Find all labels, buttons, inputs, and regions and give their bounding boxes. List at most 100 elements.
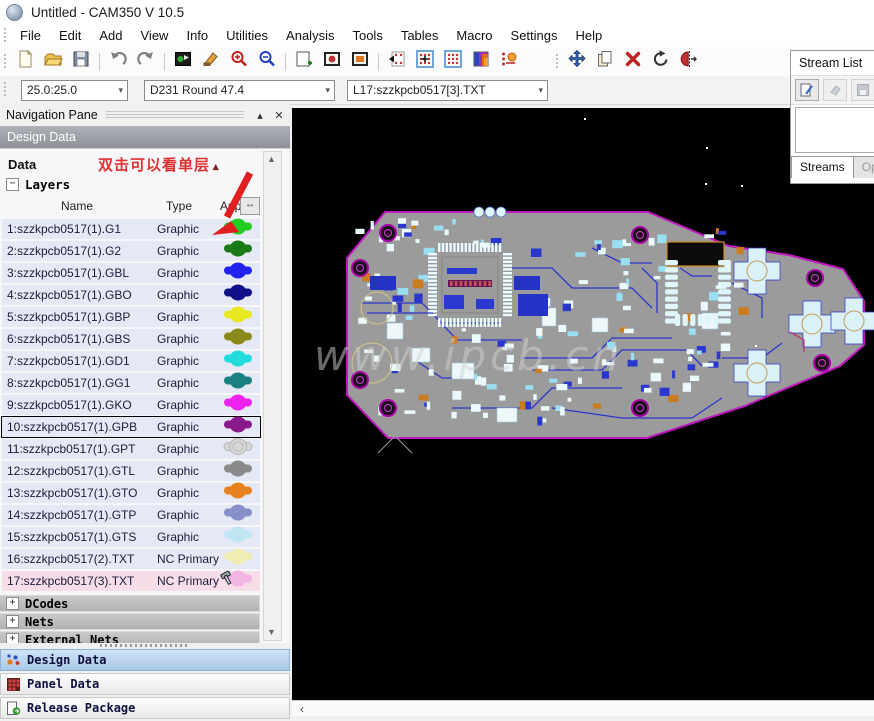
column-header-type[interactable]: Type — [166, 199, 192, 213]
layer-row[interactable]: 4:szzkpcb0517(1).GBOGraphic — [2, 285, 260, 305]
layer-row[interactable]: 12:szzkpcb0517(1).GTLGraphic — [2, 461, 260, 481]
layer-type[interactable]: Graphic — [157, 222, 219, 236]
dcode-combobox[interactable]: D231 Round 47.4 ▾ — [144, 80, 335, 101]
menu-settings[interactable]: Settings — [502, 26, 567, 45]
add-film-button[interactable] — [291, 49, 317, 75]
layer-color-swatch[interactable] — [219, 437, 259, 461]
layer-row[interactable]: 14:szzkpcb0517(1).GTPGraphic — [2, 505, 260, 525]
grid-origin-button[interactable] — [412, 49, 438, 75]
layer-row[interactable]: 17:szzkpcb0517(3).TXTNC Primary — [2, 571, 260, 591]
column-resize-button[interactable]: ↔ — [240, 197, 260, 215]
layer-name[interactable]: 13:szzkpcb0517(1).GTO — [2, 486, 157, 500]
layer-color-swatch[interactable] — [219, 305, 259, 329]
film-box-button[interactable] — [319, 49, 345, 75]
layer-color-swatch[interactable] — [219, 261, 259, 285]
layer-color-swatch[interactable] — [219, 481, 259, 505]
layer-type[interactable]: Graphic — [157, 398, 219, 412]
layer-name[interactable]: 5:szzkpcb0517(1).GBP — [2, 310, 157, 324]
layer-color-swatch[interactable] — [219, 503, 259, 527]
layer-type[interactable]: Graphic — [157, 376, 219, 390]
nav-button-design-data[interactable]: Design Data — [0, 649, 290, 671]
layer-row[interactable]: 5:szzkpcb0517(1).GBPGraphic — [2, 307, 260, 327]
column-header-name[interactable]: Name — [2, 199, 152, 213]
grid-spacing-combobox[interactable]: 25.0:25.0 ▾ — [21, 80, 128, 101]
layer-type[interactable]: Graphic — [157, 310, 219, 324]
rotate-button[interactable] — [648, 49, 674, 75]
layer-name[interactable]: 11:szzkpcb0517(1).GPT — [2, 442, 157, 456]
layer-row[interactable]: 8:szzkpcb0517(1).GG1Graphic — [2, 373, 260, 393]
layer-row[interactable]: 13:szzkpcb0517(1).GTOGraphic — [2, 483, 260, 503]
tree-node-dcodes[interactable]: +DCodes — [0, 595, 260, 612]
scroll-up-icon[interactable]: ▲ — [264, 152, 279, 167]
mirror-button[interactable] — [676, 49, 702, 75]
close-pane-button[interactable]: ✕ — [271, 107, 287, 123]
tab-options[interactable]: Opt — [854, 156, 874, 178]
layer-row[interactable]: 2:szzkpcb0517(1).G2Graphic — [2, 241, 260, 261]
layer-name[interactable]: 17:szzkpcb0517(3).TXT — [2, 574, 157, 588]
toolbar-grip[interactable] — [3, 82, 7, 98]
layer-color-swatch[interactable] — [219, 239, 259, 263]
scroll-left-icon[interactable]: ‹ — [300, 704, 304, 714]
layer-row[interactable]: 6:szzkpcb0517(1).GBSGraphic — [2, 329, 260, 349]
delete-button[interactable] — [620, 49, 646, 75]
layer-row[interactable]: 7:szzkpcb0517(1).GD1Graphic — [2, 351, 260, 371]
new-file-button[interactable] — [12, 49, 38, 75]
tree-node-nets[interactable]: +Nets — [0, 613, 260, 630]
layer-type[interactable]: Graphic — [157, 288, 219, 302]
new-stream-button[interactable] — [795, 79, 819, 101]
copy-button[interactable] — [592, 49, 618, 75]
layer-type[interactable]: Graphic — [157, 244, 219, 258]
scroll-down-icon[interactable]: ▼ — [264, 625, 279, 640]
delete-stream-button[interactable] — [823, 79, 847, 101]
pane-splitter[interactable] — [0, 642, 290, 649]
layer-name[interactable]: 16:szzkpcb0517(2).TXT — [2, 552, 157, 566]
layer-name[interactable]: 14:szzkpcb0517(1).GTP — [2, 508, 157, 522]
film-stack-button[interactable] — [347, 49, 373, 75]
menu-tools[interactable]: Tools — [343, 26, 391, 45]
menu-file[interactable]: File — [11, 26, 50, 45]
zoom-out-button[interactable] — [254, 49, 280, 75]
expand-icon[interactable]: + — [6, 597, 19, 610]
layer-type[interactable]: NC Primary — [157, 552, 219, 566]
save-stream-button[interactable] — [851, 79, 874, 101]
layer-type[interactable]: Graphic — [157, 464, 219, 478]
layer-type[interactable]: Graphic — [157, 420, 219, 434]
layer-name[interactable]: 9:szzkpcb0517(1).GKO — [2, 398, 157, 412]
layer-row[interactable]: 16:szzkpcb0517(2).TXTNC Primary — [2, 549, 260, 569]
nav-button-release-package[interactable]: Release Package — [0, 697, 290, 719]
layer-color-swatch[interactable] — [219, 569, 259, 593]
tab-streams[interactable]: Streams — [791, 156, 854, 178]
canvas-hscrollbar[interactable]: ‹ — [292, 700, 874, 716]
collapse-pane-button[interactable]: ▴ — [252, 107, 268, 123]
grid-button[interactable] — [440, 49, 466, 75]
layer-type[interactable]: Graphic — [157, 442, 219, 456]
layer-name[interactable]: 7:szzkpcb0517(1).GD1 — [2, 354, 157, 368]
layer-name[interactable]: 8:szzkpcb0517(1).GG1 — [2, 376, 157, 390]
menu-utilities[interactable]: Utilities — [217, 26, 277, 45]
screen-redraw-button[interactable] — [170, 49, 196, 75]
layer-color-swatch[interactable] — [219, 459, 259, 483]
layer-type[interactable]: Graphic — [157, 530, 219, 544]
clear-brush-button[interactable] — [198, 49, 224, 75]
save-button[interactable] — [68, 49, 94, 75]
layer-row[interactable]: 15:szzkpcb0517(1).GTSGraphic — [2, 527, 260, 547]
layer-row[interactable]: 10:szzkpcb0517(1).GPBGraphic — [2, 417, 260, 437]
layer-color-swatch[interactable] — [219, 547, 259, 571]
layer-color-swatch[interactable] — [219, 327, 259, 351]
layer-color-swatch[interactable] — [219, 415, 259, 439]
layer-type[interactable]: Graphic — [157, 354, 219, 368]
menu-add[interactable]: Add — [90, 26, 131, 45]
layer-name[interactable]: 6:szzkpcb0517(1).GBS — [2, 332, 157, 346]
menu-analysis[interactable]: Analysis — [277, 26, 343, 45]
expand-icon[interactable]: + — [6, 615, 19, 628]
menu-macro[interactable]: Macro — [447, 26, 501, 45]
menu-info[interactable]: Info — [177, 26, 217, 45]
collapse-icon[interactable]: − — [6, 178, 19, 191]
layer-type[interactable]: Graphic — [157, 486, 219, 500]
column-header-app[interactable]: App — [220, 199, 241, 213]
layer-name[interactable]: 2:szzkpcb0517(1).G2 — [2, 244, 157, 258]
stream-compare-button[interactable] — [496, 49, 522, 75]
layer-color-swatch[interactable] — [219, 217, 259, 241]
move-button[interactable] — [564, 49, 590, 75]
layer-row[interactable]: 1:szzkpcb0517(1).G1Graphic — [2, 219, 260, 239]
